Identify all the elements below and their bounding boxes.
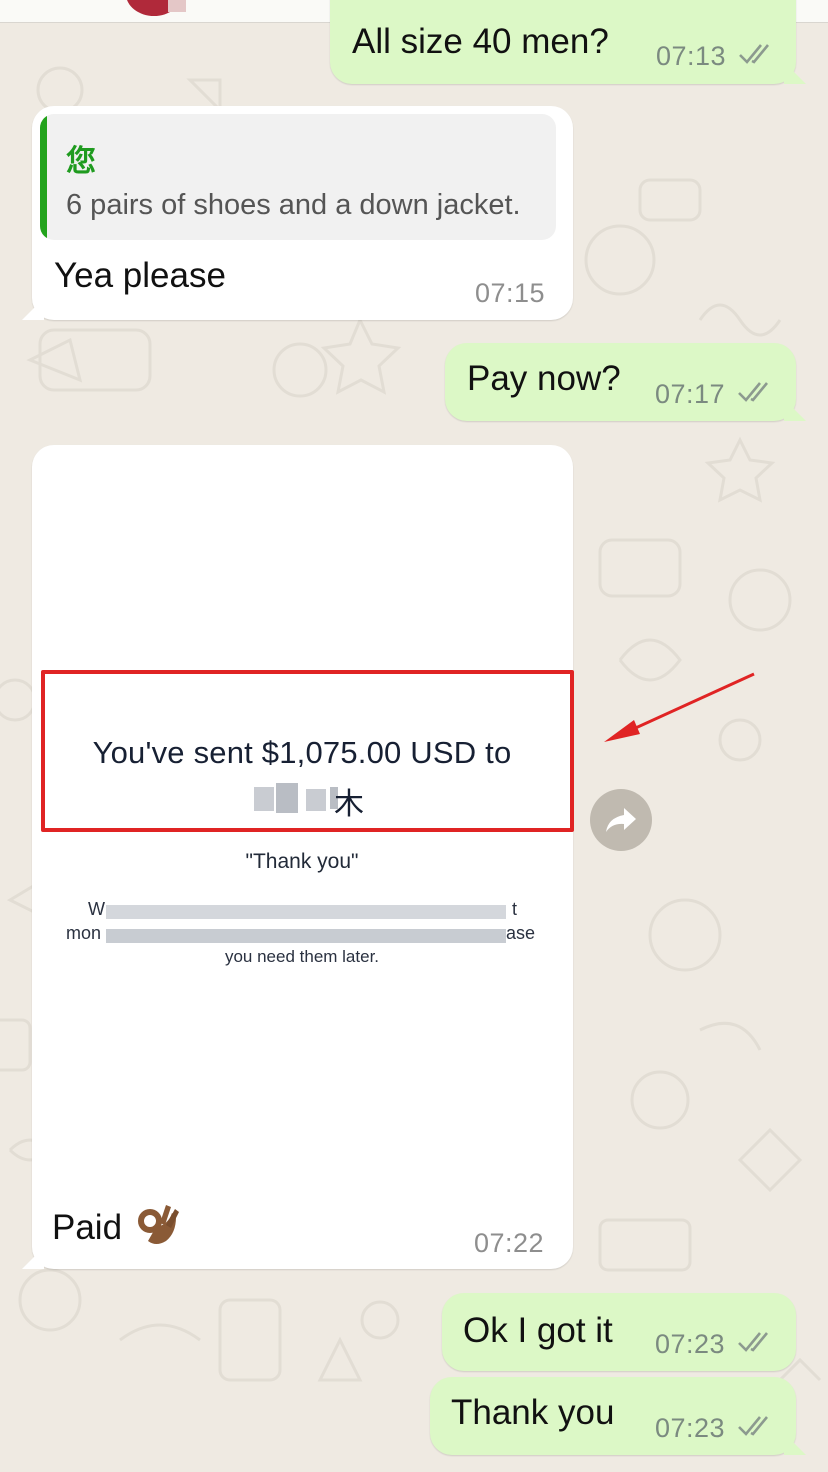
message-text: Pay now? (467, 359, 621, 398)
detail-fragment: ase (506, 923, 536, 943)
payment-note: "Thank you" (245, 850, 359, 873)
message-bubble-incoming[interactable]: 您 6 pairs of shoes and a down jacket. Ye… (32, 106, 573, 320)
double-check-icon (738, 1332, 769, 1352)
image-caption: Paid (52, 1208, 123, 1247)
red-highlight-box (41, 670, 574, 832)
quote-text: 6 pairs of shoes and a down jacket. (66, 189, 521, 221)
detail-fragment: W (88, 899, 105, 919)
message-text: Thank you (451, 1393, 615, 1432)
quoted-message[interactable]: 您 6 pairs of shoes and a down jacket. (40, 114, 556, 240)
red-arrow-annotation (604, 672, 755, 742)
message-time: 07:17 (655, 379, 726, 409)
double-check-icon (739, 44, 770, 64)
message-bubble-outgoing[interactable]: Thank you 07:23 (430, 1377, 796, 1455)
message-time: 07:23 (655, 1329, 726, 1359)
image-message-bubble[interactable]: You've sent $1,075.00 USD to 木 "Thank yo… (32, 445, 573, 1269)
message-time: 07:15 (475, 278, 546, 308)
quote-author: 您 (66, 145, 96, 178)
message-bubble-outgoing[interactable]: Pay now? 07:17 (445, 343, 796, 421)
message-time: 07:23 (655, 1413, 726, 1443)
forward-button[interactable] (590, 789, 652, 851)
detail-fragment: mon (66, 923, 102, 943)
double-check-icon (738, 382, 769, 402)
message-time: 07:13 (656, 41, 727, 71)
double-check-icon (738, 1416, 769, 1436)
message-text: Yea please (54, 256, 226, 295)
message-text: Ok I got it (463, 1311, 613, 1350)
detail-fragment: t (512, 899, 518, 919)
forward-icon (606, 808, 636, 832)
blurred-text (106, 929, 506, 943)
detail-last-line: you need them later. (224, 947, 380, 966)
blurred-text (106, 905, 506, 919)
message-bubble-outgoing[interactable]: All size 40 men? 07:13 (330, 0, 796, 84)
avatar-blur (168, 0, 186, 12)
message-time: 07:22 (474, 1228, 545, 1258)
quote-accent-bar (40, 114, 47, 240)
message-bubble-outgoing[interactable]: Ok I got it 07:23 (442, 1293, 796, 1371)
ok-hand-emoji (138, 1205, 179, 1244)
message-text: All size 40 men? (352, 22, 609, 61)
